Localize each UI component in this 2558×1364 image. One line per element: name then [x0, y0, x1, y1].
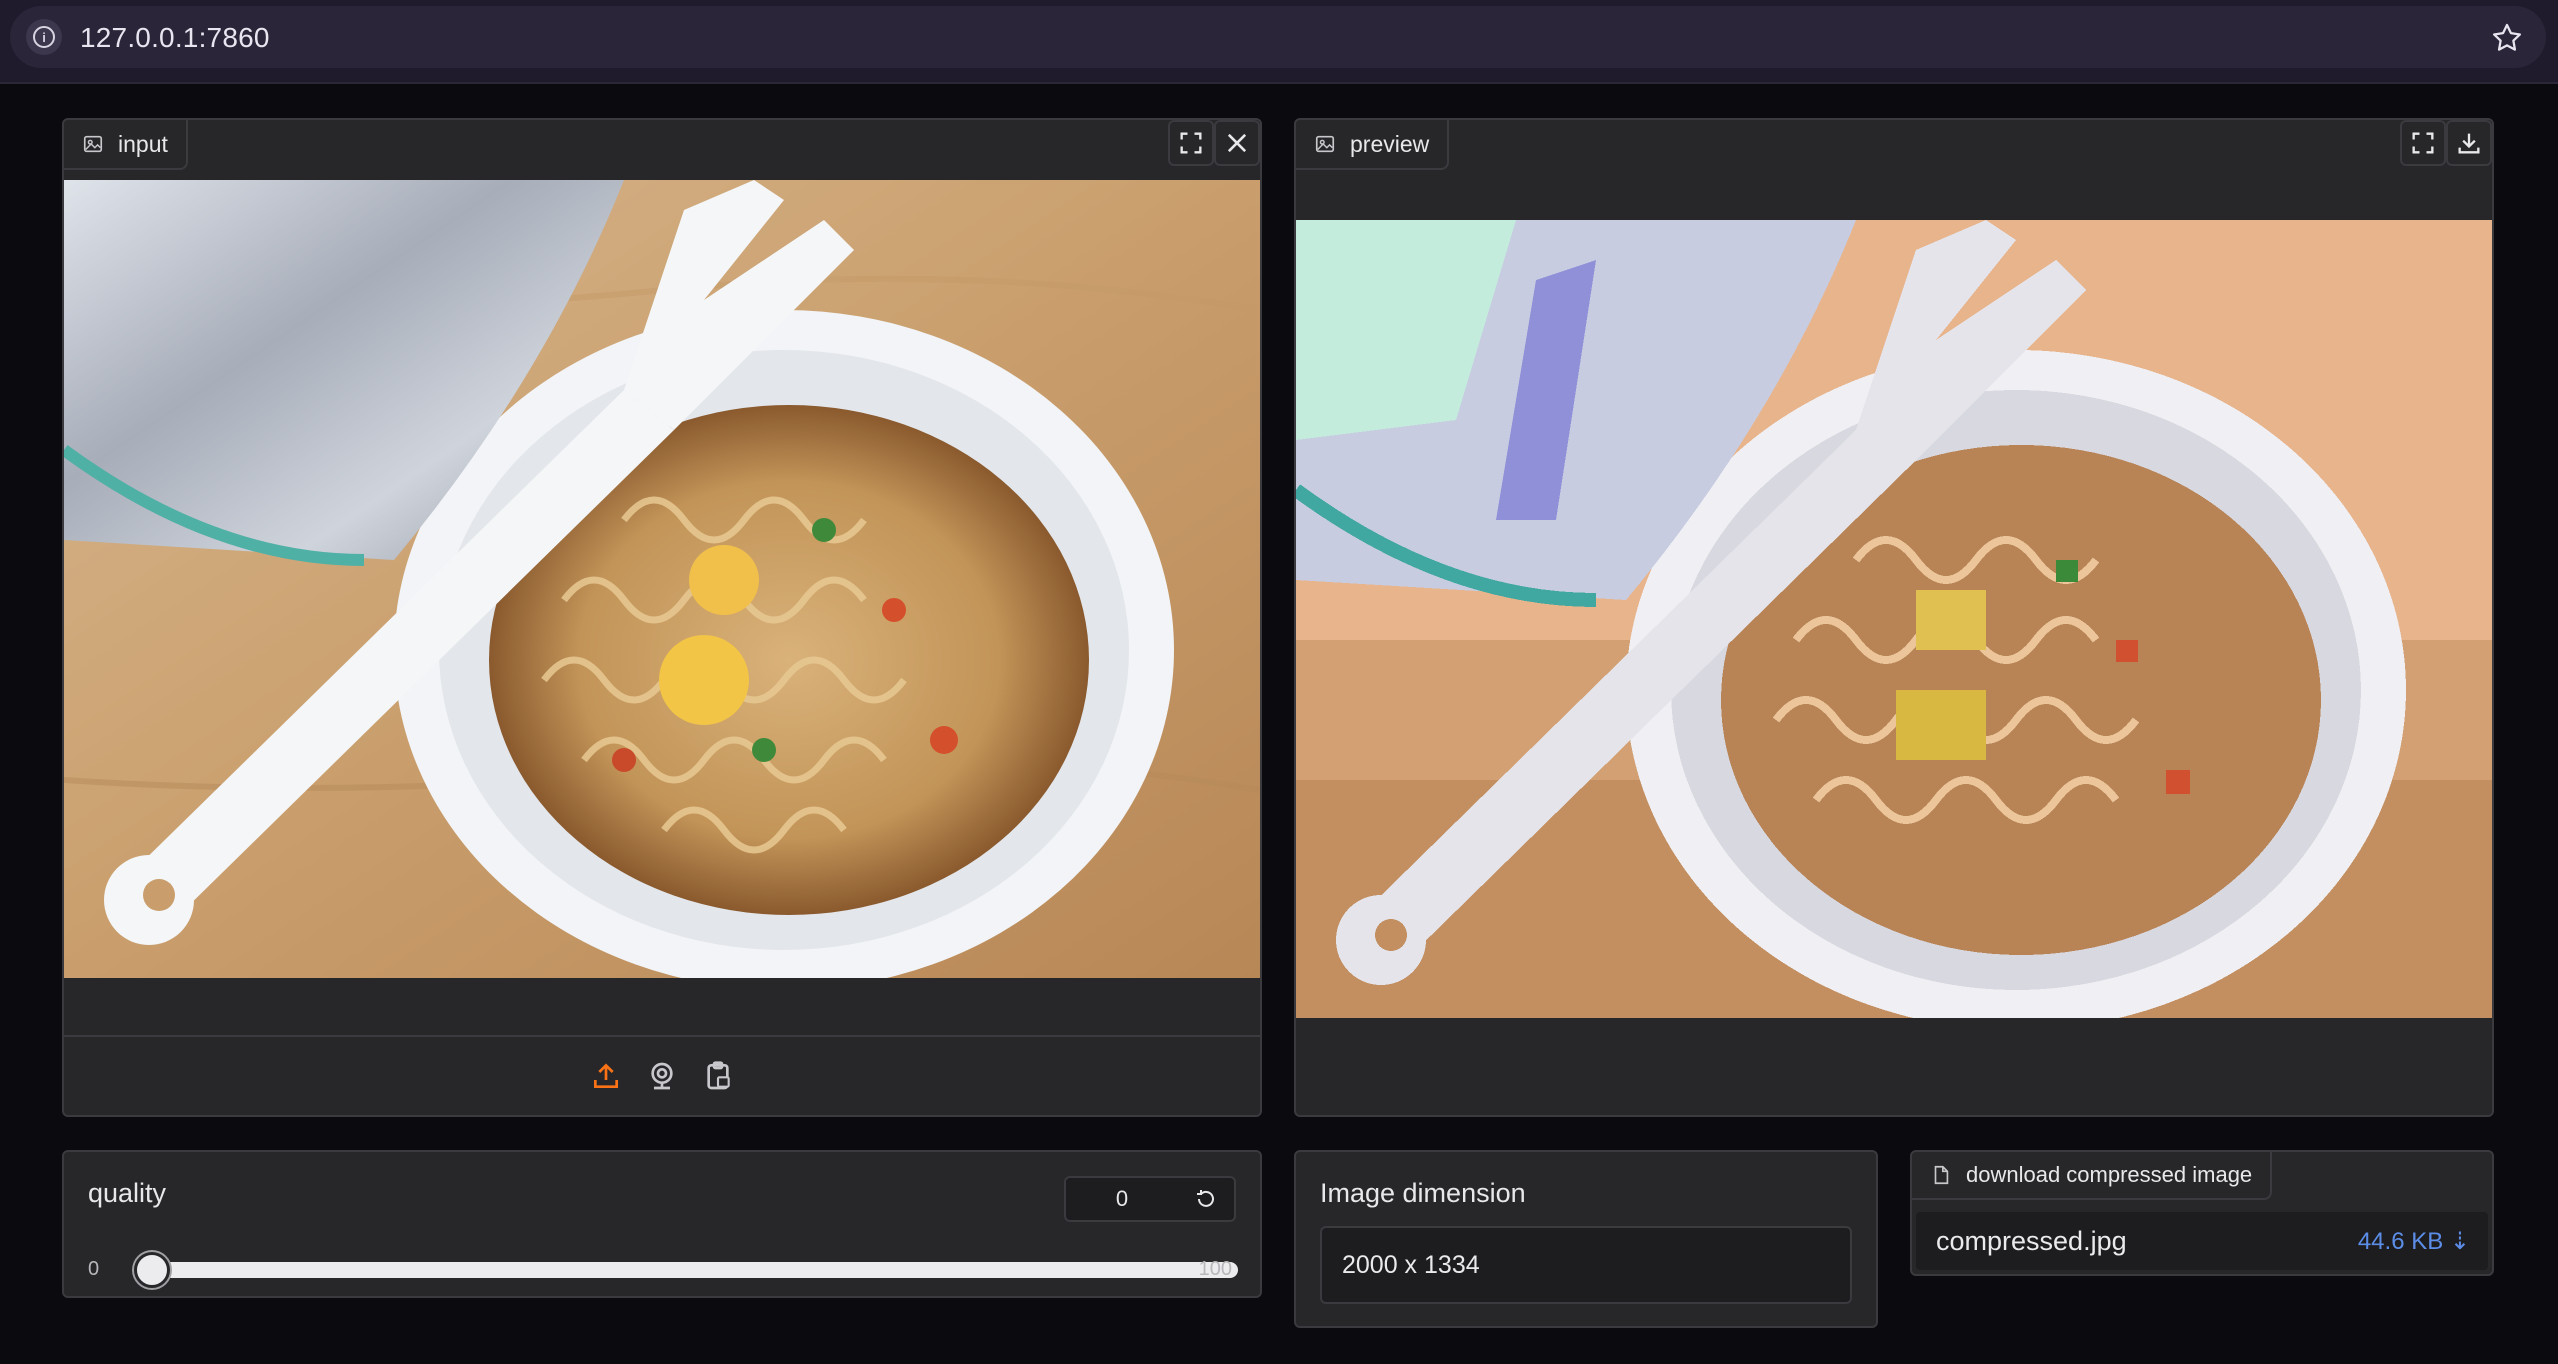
bookmark-star-icon[interactable] [2490, 21, 2524, 55]
quality-number-input[interactable]: 0 [1064, 1176, 1180, 1222]
preview-image [1296, 220, 2492, 1018]
address-bar[interactable]: i 127.0.0.1:7860 [10, 6, 2546, 68]
dimension-textbox[interactable]: 2000 x 1334 [1320, 1226, 1852, 1304]
download-file-panel: download compressed image compressed.jpg… [1910, 1150, 2494, 1276]
preview-image-panel: preview [1294, 118, 2494, 1117]
webcam-button[interactable] [644, 1058, 680, 1094]
file-icon [1934, 1165, 1949, 1185]
input-label-tab: input [64, 120, 188, 170]
file-row: compressed.jpg 44.6 KB ⇣ [1916, 1212, 2488, 1270]
clear-image-button[interactable] [1214, 120, 1260, 166]
download-label-tab: download compressed image [1912, 1152, 2273, 1200]
reset-button[interactable] [1178, 1176, 1236, 1222]
quality-slider-track[interactable] [134, 1252, 1238, 1288]
upload-button[interactable] [588, 1058, 624, 1094]
download-icon [2458, 133, 2480, 154]
download-label: download compressed image [1966, 1162, 2253, 1187]
input-label: input [118, 130, 168, 157]
image-icon [83, 135, 103, 153]
clipboard-icon [707, 1061, 730, 1090]
input-image-panel: input [62, 118, 1262, 1117]
url-text[interactable]: 127.0.0.1:7860 [80, 22, 270, 54]
image-source-bar [64, 1035, 1260, 1115]
browser-toolbar: i 127.0.0.1:7860 [0, 0, 2558, 84]
slider-min-label: 0 [88, 1258, 100, 1280]
clipboard-button[interactable] [700, 1058, 736, 1094]
file-name: compressed.jpg [1936, 1225, 2127, 1256]
site-info-icon[interactable]: i [26, 19, 62, 55]
fullscreen-icon [2412, 132, 2434, 154]
fullscreen-button[interactable] [2400, 120, 2446, 166]
preview-label-tab: preview [1296, 120, 1450, 170]
fullscreen-button[interactable] [1168, 120, 1214, 166]
preview-label: preview [1350, 130, 1430, 157]
upload-icon [594, 1063, 618, 1088]
slider-max-label: 100 [1198, 1258, 1232, 1280]
reset-icon [1197, 1190, 1214, 1207]
quality-label: quality [88, 1178, 167, 1208]
input-image [64, 180, 1260, 978]
close-icon [1227, 133, 1247, 153]
image-dimension-panel: Image dimension 2000 x 1334 [1294, 1150, 1878, 1328]
file-download-link[interactable]: 44.6 KB ⇣ [2358, 1227, 2470, 1256]
dimension-label: Image dimension [1320, 1178, 1526, 1208]
quality-slider-thumb[interactable] [134, 1252, 170, 1288]
image-icon [1315, 135, 1335, 153]
quality-slider-panel: quality 0 0 100 [62, 1150, 1262, 1298]
webcam-icon [651, 1062, 673, 1090]
fullscreen-icon [1180, 132, 1202, 154]
download-button[interactable] [2446, 120, 2492, 166]
